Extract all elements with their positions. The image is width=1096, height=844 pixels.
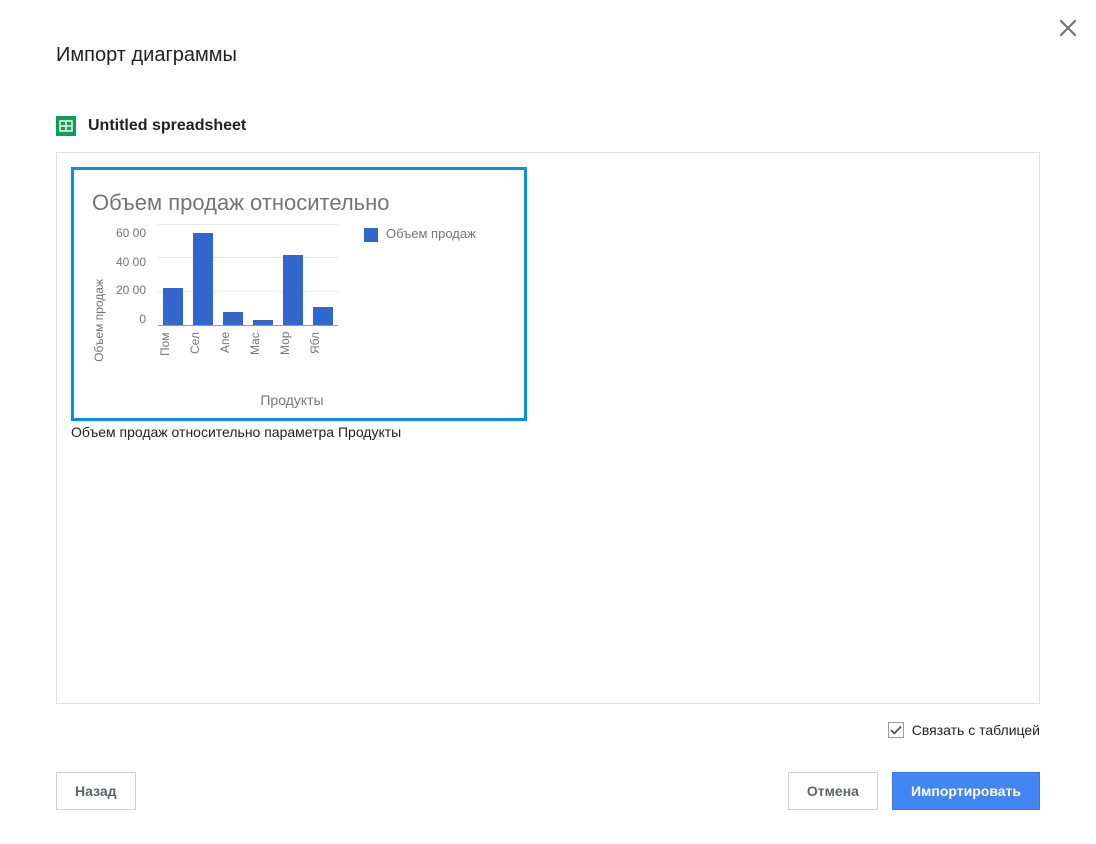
link-to-spreadsheet-row: Связать с таблицей xyxy=(888,722,1040,738)
import-button[interactable]: Импортировать xyxy=(892,772,1040,810)
file-row: Untitled spreadsheet xyxy=(56,116,246,136)
x-axis-ticks: ПомСелАпеМасМорЯбл xyxy=(158,332,338,374)
x-axis-label: Продукты xyxy=(152,392,432,408)
chart-thumbnail[interactable]: Объем продаж относительно Объем продаж 6… xyxy=(71,167,527,421)
chart-bar xyxy=(283,255,303,325)
y-tick: 40 00 xyxy=(116,255,146,269)
plot-area xyxy=(158,226,338,326)
link-checkbox-label: Связать с таблицей xyxy=(912,722,1040,738)
cancel-button[interactable]: Отмена xyxy=(788,772,878,810)
y-axis-label: Объем продаж xyxy=(92,239,106,362)
y-tick: 0 xyxy=(116,312,146,326)
legend-row: Объем продаж xyxy=(364,226,476,242)
x-tick: Апе xyxy=(218,332,248,374)
chart-bar xyxy=(163,288,183,325)
y-tick: 20 00 xyxy=(116,283,146,297)
button-row: Назад Отмена Импортировать xyxy=(56,772,1040,810)
x-tick: Ябл xyxy=(308,332,338,374)
chart-bar xyxy=(223,312,243,325)
legend-swatch-icon xyxy=(364,228,378,242)
legend-label: Объем продаж xyxy=(386,226,476,242)
link-checkbox[interactable] xyxy=(888,722,904,738)
plot-column: ПомСелАпеМасМорЯбл xyxy=(158,226,338,374)
chart-caption: Объем продаж относительно параметра Прод… xyxy=(71,423,527,441)
dialog-title: Импорт диаграммы xyxy=(56,44,237,67)
x-tick: Мас xyxy=(248,332,278,374)
sheets-icon xyxy=(56,116,76,136)
x-tick: Сел xyxy=(188,332,218,374)
close-icon[interactable] xyxy=(1056,16,1080,40)
chart-bar xyxy=(313,307,333,325)
y-tick: 60 00 xyxy=(116,226,146,240)
x-tick: Пом xyxy=(158,332,188,374)
chart-selection-area: Объем продаж относительно Объем продаж 6… xyxy=(56,152,1040,704)
chart-preview-title: Объем продаж относительно xyxy=(92,190,506,216)
chart-legend: Объем продаж xyxy=(364,226,476,374)
chart-body: Объем продаж 60 00 40 00 20 00 0 ПомСелА… xyxy=(92,226,506,374)
back-button[interactable]: Назад xyxy=(56,772,136,810)
chart-bar xyxy=(193,233,213,325)
y-axis-ticks: 60 00 40 00 20 00 0 xyxy=(116,226,148,326)
x-tick: Мор xyxy=(278,332,308,374)
import-chart-dialog: Импорт диаграммы Untitled spreadsheet Об… xyxy=(0,0,1096,844)
chart-bar xyxy=(253,320,273,325)
spreadsheet-name: Untitled spreadsheet xyxy=(88,117,246,135)
